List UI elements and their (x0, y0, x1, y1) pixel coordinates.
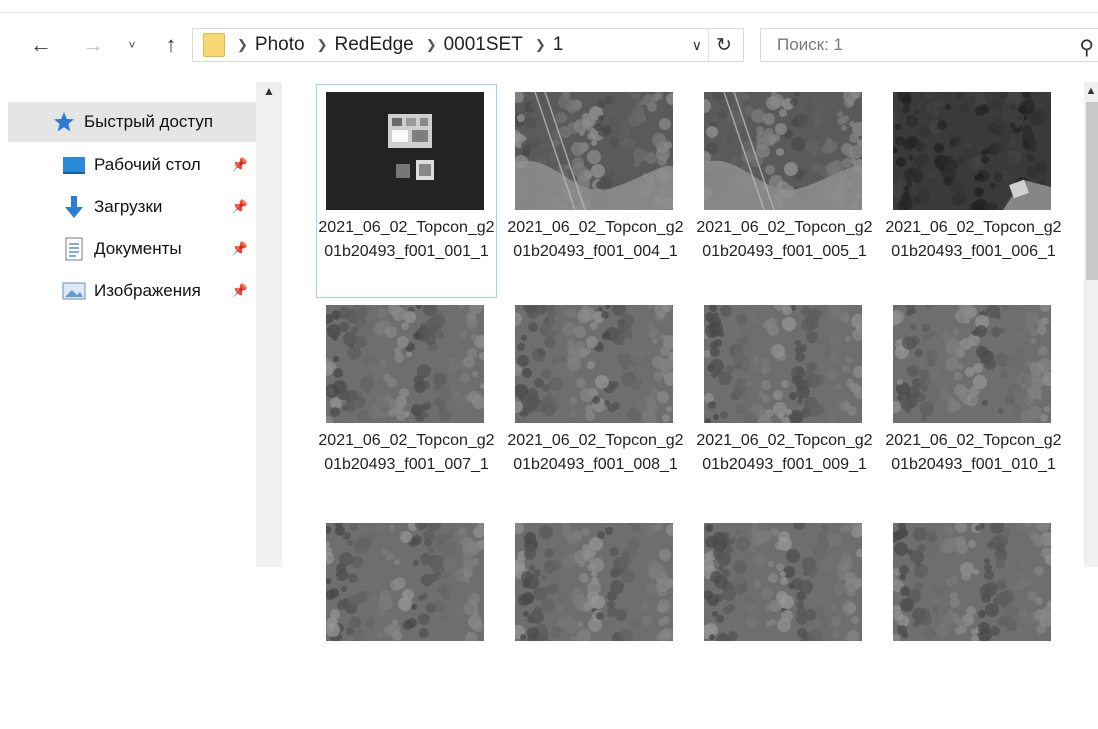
file-item[interactable]: 2021_06_02_Topcon_g201b20493_f001_010_1 (883, 297, 1064, 511)
pin-icon[interactable]: 📌 (232, 283, 248, 299)
breadcrumb-1[interactable]: 1 (553, 34, 564, 56)
chevron-right-icon[interactable]: ❯ (426, 37, 437, 53)
address-dropdown-icon[interactable]: ∨ (692, 37, 702, 54)
thumbnail-image (893, 305, 1051, 423)
thumbnail-image (704, 92, 862, 210)
breadcrumb-0001set[interactable]: 0001SET (444, 34, 523, 56)
thumbnail-image (515, 92, 673, 210)
arrow-left-icon: ← (30, 32, 52, 57)
scroll-up-icon[interactable]: ▲ (256, 82, 282, 100)
up-button[interactable]: ↑ (156, 30, 186, 60)
pin-icon[interactable]: 📌 (232, 241, 248, 257)
document-icon (62, 237, 86, 261)
sidebar-item-quick-access[interactable]: Быстрый доступ (8, 102, 256, 142)
thumbnail-image (704, 305, 862, 423)
file-item[interactable]: 2021_06_02_Topcon_g201b20493_f001_007_1 (316, 297, 497, 511)
sidebar-item-label: Быстрый доступ (84, 112, 214, 131)
sidebar-item-desktop[interactable]: Рабочий стол 📌 (0, 145, 256, 185)
chevron-down-icon: ˅ (128, 38, 136, 52)
chevron-right-icon[interactable]: ❯ (317, 37, 328, 53)
scrollbar-thumb[interactable] (1086, 102, 1098, 280)
scroll-up-icon[interactable]: ▲ (1084, 82, 1098, 100)
file-item[interactable] (316, 515, 497, 729)
file-name: 2021_06_02_Topcon_g201b20493_f001_009_1 (696, 432, 873, 473)
search-box[interactable]: ⚲ (760, 28, 1098, 62)
thumbnail-image (515, 305, 673, 423)
desktop-icon (62, 153, 86, 177)
sidebar-item-downloads[interactable]: Загрузки 📌 (0, 187, 256, 227)
sidebar-item-documents[interactable]: Документы 📌 (0, 229, 256, 269)
search-input[interactable] (775, 34, 1059, 56)
pin-icon[interactable]: 📌 (232, 199, 248, 215)
file-item[interactable]: 2021_06_02_Topcon_g201b20493_f001_009_1 (694, 297, 875, 511)
chevron-right-icon[interactable]: ❯ (535, 37, 546, 53)
folder-icon (203, 33, 225, 57)
file-name: 2021_06_02_Topcon_g201b20493_f001_008_1 (507, 432, 684, 473)
refresh-button[interactable]: ↻ (708, 29, 739, 61)
sidebar-item-label: Загрузки (94, 197, 163, 216)
chevron-right-icon[interactable]: ❯ (237, 37, 248, 53)
star-icon (52, 110, 76, 134)
sidebar-item-label: Изображения (94, 281, 201, 300)
file-item[interactable]: 2021_06_02_Topcon_g201b20493_f001_004_1 (505, 84, 686, 298)
file-item[interactable]: 2021_06_02_Topcon_g201b20493_f001_008_1 (505, 297, 686, 511)
refresh-icon: ↻ (716, 34, 732, 56)
thumbnail-image (515, 523, 673, 641)
navigation-pane-scrollbar[interactable]: ▲ (256, 82, 282, 567)
address-bar[interactable]: ❯ Photo ❯ RedEdge ❯ 0001SET ❯ 1 ∨ ↻ (192, 28, 744, 62)
back-button[interactable]: ← (26, 30, 56, 60)
thumbnail-image (893, 523, 1051, 641)
pin-icon[interactable]: 📌 (232, 157, 248, 173)
navigation-bar: ← → ˅ ↑ ❯ Photo ❯ RedEdge ❯ 0001SET ❯ 1 … (0, 24, 1098, 64)
window-top-border (0, 12, 1098, 13)
file-name: 2021_06_02_Topcon_g201b20493_f001_004_1 (507, 219, 684, 260)
file-item[interactable] (694, 515, 875, 729)
arrow-right-icon: → (82, 32, 104, 57)
file-name: 2021_06_02_Topcon_g201b20493_f001_001_1 (318, 219, 495, 260)
sidebar-item-label: Рабочий стол (94, 155, 201, 174)
breadcrumb-rededge[interactable]: RedEdge (334, 34, 413, 56)
navigation-pane: Быстрый доступ Рабочий стол 📌 Загрузки 📌… (0, 82, 256, 567)
file-item[interactable]: 2021_06_02_Topcon_g201b20493_f001_006_1 (883, 84, 1064, 298)
thumbnail-image (326, 523, 484, 641)
sidebar-item-label: Документы (94, 239, 182, 258)
file-item[interactable] (505, 515, 686, 729)
thumbnail-image (326, 92, 484, 210)
file-item[interactable] (883, 515, 1064, 729)
file-item[interactable]: 2021_06_02_Topcon_g201b20493_f001_001_1 (316, 84, 497, 298)
search-icon[interactable]: ⚲ (1079, 35, 1094, 60)
file-name: 2021_06_02_Topcon_g201b20493_f001_005_1 (696, 219, 873, 260)
download-icon (62, 195, 86, 219)
recent-locations-button[interactable]: ˅ (120, 30, 144, 60)
thumbnail-image (893, 92, 1051, 210)
file-list-scrollbar[interactable]: ▲ (1084, 82, 1098, 567)
sidebar-item-pictures[interactable]: Изображения 📌 (0, 271, 256, 311)
file-item[interactable]: 2021_06_02_Topcon_g201b20493_f001_005_1 (694, 84, 875, 298)
forward-button[interactable]: → (78, 30, 108, 60)
arrow-up-icon: ↑ (165, 32, 177, 57)
file-name: 2021_06_02_Topcon_g201b20493_f001_010_1 (885, 432, 1062, 473)
thumbnail-image (704, 523, 862, 641)
file-name: 2021_06_02_Topcon_g201b20493_f001_006_1 (885, 219, 1062, 260)
thumbnail-image (326, 305, 484, 423)
image-icon (62, 279, 86, 303)
file-name: 2021_06_02_Topcon_g201b20493_f001_007_1 (318, 432, 495, 473)
breadcrumb-photo[interactable]: Photo (255, 34, 305, 56)
